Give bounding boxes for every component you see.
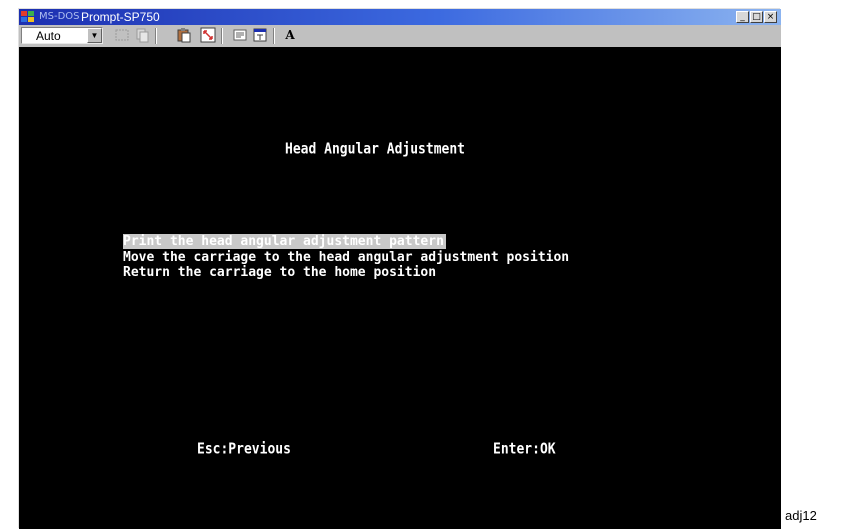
console-screen[interactable]: Head Angular Adjustment Print the head a… bbox=[19, 47, 781, 529]
ms-dos-icon[interactable] bbox=[21, 11, 35, 23]
background-icon[interactable] bbox=[251, 27, 269, 45]
page-title: Head Angular Adjustment bbox=[285, 141, 466, 159]
fullscreen-icon[interactable] bbox=[199, 27, 217, 45]
footer-previous-hint: Esc:Previous bbox=[197, 441, 291, 459]
dos-window: MS-DOS Prompt-SP750 _ □ × Auto ▼ A Head … bbox=[18, 8, 781, 529]
minimize-button[interactable]: _ bbox=[736, 11, 749, 23]
title-bar[interactable]: MS-DOS Prompt-SP750 _ □ × bbox=[19, 9, 781, 25]
title-prefix: MS-DOS bbox=[39, 11, 80, 22]
mark-icon[interactable] bbox=[113, 27, 131, 45]
menu-item-return-home[interactable]: Return the carriage to the home position bbox=[123, 265, 436, 280]
menu-item-move-carriage[interactable]: Move the carriage to the head angular ad… bbox=[123, 250, 569, 265]
close-button[interactable]: × bbox=[764, 11, 777, 23]
menu-item-print-pattern[interactable]: Print the head angular adjustment patter… bbox=[123, 234, 446, 249]
properties-icon[interactable] bbox=[231, 27, 249, 45]
chevron-down-icon[interactable]: ▼ bbox=[87, 28, 102, 43]
toolbar: Auto ▼ A bbox=[19, 25, 781, 47]
copy-icon[interactable] bbox=[133, 27, 151, 45]
paste-icon[interactable] bbox=[175, 27, 193, 45]
font-size-value: Auto bbox=[36, 29, 61, 43]
font-icon[interactable]: A bbox=[281, 27, 299, 45]
figure-caption: adj12 bbox=[785, 508, 817, 523]
window-controls: _ □ × bbox=[736, 11, 777, 23]
window-title: Prompt-SP750 bbox=[81, 10, 160, 24]
footer-ok-hint: Enter:OK bbox=[493, 441, 556, 459]
maximize-button[interactable]: □ bbox=[750, 11, 763, 23]
font-size-select[interactable]: Auto ▼ bbox=[21, 27, 103, 44]
